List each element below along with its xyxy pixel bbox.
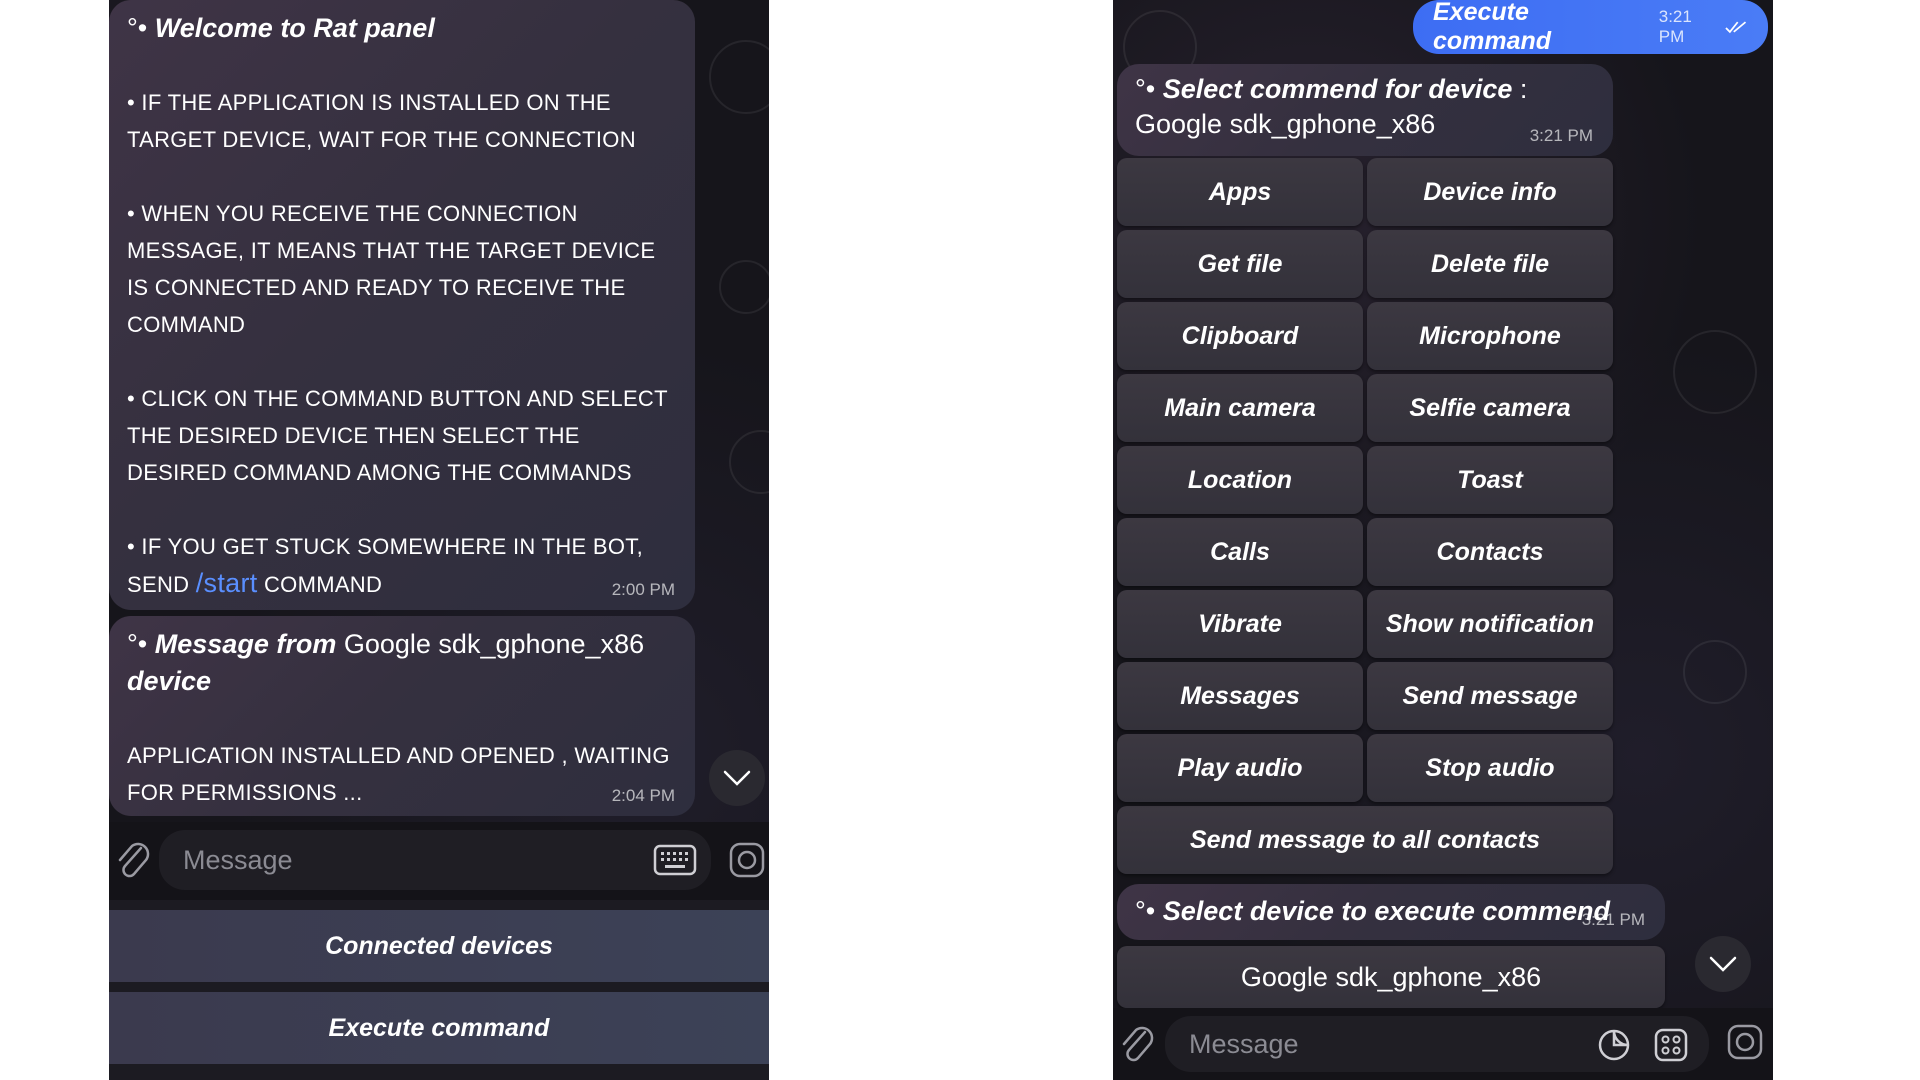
- chevron-down-icon: [1709, 956, 1737, 972]
- command-button-selfie-camera[interactable]: Selfie camera: [1367, 374, 1613, 442]
- device-name: Google sdk_gphone_x86: [343, 629, 645, 659]
- message-time: 2:00 PM: [611, 580, 675, 599]
- command-button-play-audio[interactable]: Play audio: [1117, 734, 1363, 802]
- command-button-contacts[interactable]: Contacts: [1367, 518, 1613, 586]
- welcome-paragraph: • WHEN YOU RECEIVE THE CONNECTION MESSAG…: [127, 201, 656, 337]
- select-device-message: °• Select device to execute commend 3:21…: [1117, 884, 1665, 940]
- execute-command-button[interactable]: Execute command: [109, 992, 769, 1064]
- connected-devices-button[interactable]: Connected devices: [109, 910, 769, 982]
- wallpaper-doodle: [1683, 640, 1747, 704]
- message-input-field[interactable]: [159, 830, 711, 890]
- command-button-get-file[interactable]: Get file: [1117, 230, 1363, 298]
- wallpaper-doodle: [719, 260, 769, 314]
- wallpaper-doodle: [1673, 330, 1757, 414]
- device-select-button[interactable]: Google sdk_gphone_x86: [1117, 946, 1665, 1008]
- wallpaper-doodle: [709, 40, 769, 114]
- command-button-stop-audio[interactable]: Stop audio: [1367, 734, 1613, 802]
- welcome-message: °• Welcome to Rat panel • IF THE APPLICA…: [109, 0, 695, 610]
- attach-icon[interactable]: [113, 836, 153, 884]
- device-name: Google sdk_gphone_x86: [1135, 109, 1436, 139]
- outgoing-message: Execute command 3:21 PM: [1413, 0, 1768, 55]
- input-bar: [109, 822, 769, 900]
- command-button-toast[interactable]: Toast: [1367, 446, 1613, 514]
- welcome-paragraph: • IF THE APPLICATION IS INSTALLED ON THE…: [127, 90, 636, 152]
- command-button-show-notification[interactable]: Show notification: [1367, 590, 1613, 658]
- message-input-field[interactable]: [1165, 1016, 1709, 1072]
- message-prefix: °•: [1135, 74, 1156, 104]
- message-prefix: °•: [127, 629, 148, 659]
- command-button-location[interactable]: Location: [1117, 446, 1363, 514]
- command-button-device-info[interactable]: Device info: [1367, 158, 1613, 226]
- welcome-title: Welcome to Rat panel: [154, 13, 435, 43]
- right-chat-panel: Execute command 3:21 PM °• Select commen…: [1113, 0, 1773, 1080]
- scroll-down-button[interactable]: [709, 750, 765, 806]
- keyboard-icon[interactable]: [653, 844, 697, 876]
- message-input[interactable]: [181, 843, 503, 877]
- message-time: 3:21 PM: [1529, 126, 1593, 145]
- select-command-message: °• Select commend for device : Google sd…: [1117, 64, 1613, 156]
- command-button-clipboard[interactable]: Clipboard: [1117, 302, 1363, 370]
- bot-commands-icon[interactable]: [1653, 1027, 1689, 1063]
- welcome-paragraph: • IF YOU GET STUCK SOMEWHERE IN THE BOT,…: [127, 534, 643, 598]
- command-button-main-camera[interactable]: Main camera: [1117, 374, 1363, 442]
- command-button-microphone[interactable]: Microphone: [1367, 302, 1613, 370]
- camera-icon[interactable]: [727, 840, 767, 880]
- left-chat-panel: °• Welcome to Rat panel • IF THE APPLICA…: [109, 0, 769, 1080]
- device-message-body: APPLICATION INSTALLED AND OPENED , WAITI…: [127, 743, 670, 805]
- double-check-icon: [1724, 21, 1746, 34]
- command-button-delete-file[interactable]: Delete file: [1367, 230, 1613, 298]
- message-time: 3:21 PM: [1581, 910, 1645, 929]
- command-button-calls[interactable]: Calls: [1117, 518, 1363, 586]
- chevron-down-icon: [723, 770, 751, 786]
- message-prefix: °•: [1135, 896, 1156, 926]
- input-bar: [1113, 1008, 1773, 1080]
- message-input[interactable]: [1187, 1027, 1505, 1061]
- outgoing-text: Execute command: [1433, 0, 1552, 55]
- message-prefix: °•: [127, 13, 148, 43]
- message-time: 2:04 PM: [611, 786, 675, 805]
- device-message: °• Message from Google sdk_gphone_x86 de…: [109, 616, 695, 816]
- command-button-send-all-contacts[interactable]: Send message to all contacts: [1117, 806, 1613, 874]
- command-button-messages[interactable]: Messages: [1117, 662, 1363, 730]
- start-command-link[interactable]: /start: [196, 568, 258, 598]
- scroll-down-button[interactable]: [1695, 936, 1751, 992]
- wallpaper-doodle: [729, 430, 769, 494]
- command-button-send-message[interactable]: Send message: [1367, 662, 1613, 730]
- command-button-vibrate[interactable]: Vibrate: [1117, 590, 1363, 658]
- camera-icon[interactable]: [1725, 1022, 1765, 1062]
- sticker-icon[interactable]: [1597, 1028, 1631, 1062]
- message-time: 3:21 PM: [1658, 7, 1692, 46]
- command-button-apps[interactable]: Apps: [1117, 158, 1363, 226]
- welcome-paragraph: • CLICK ON THE COMMAND BUTTON AND SELECT…: [127, 386, 668, 485]
- attach-icon[interactable]: [1117, 1020, 1157, 1068]
